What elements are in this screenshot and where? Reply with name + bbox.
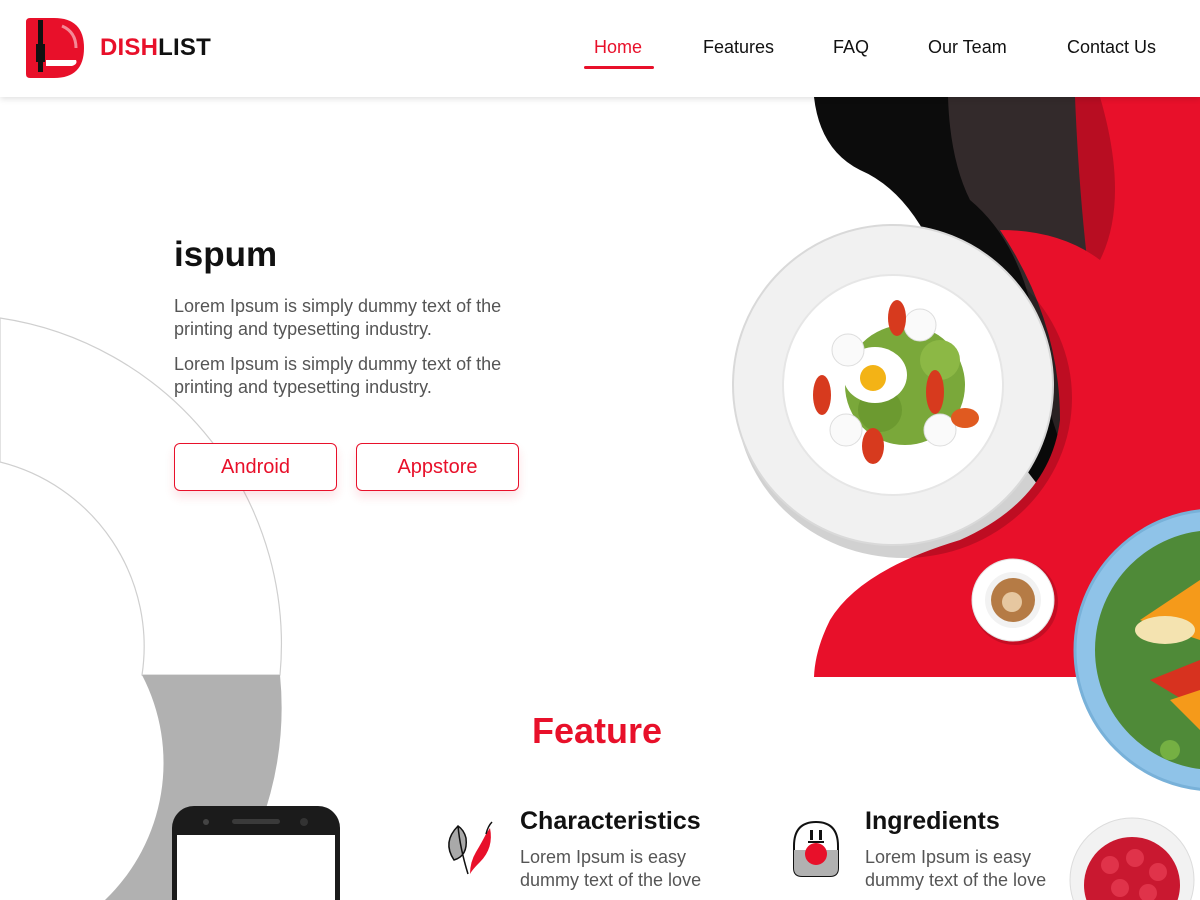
raspberry-bowl-image — [1069, 817, 1195, 900]
nav-features-link[interactable]: Features — [703, 37, 774, 58]
brand-name[interactable]: DISHLIST — [100, 34, 211, 62]
nav-faq-link[interactable]: FAQ — [833, 37, 869, 58]
nav-contact-us-link[interactable]: Contact Us — [1067, 37, 1156, 58]
feature-characteristics-heading: Characteristics — [520, 807, 701, 835]
hero-title: ispum — [174, 235, 278, 274]
feature-section-title: Feature — [531, 710, 663, 751]
brand-name-part1: DISH — [100, 34, 159, 61]
chef-hat-icon — [786, 818, 846, 878]
nav-our-team-link[interactable]: Our Team — [928, 37, 1007, 58]
hero-paragraph-1: Lorem Ipsum is simply dummy text of the … — [174, 296, 502, 339]
top-navbar: DISHLIST Home Features FAQ Our Team Cont… — [0, 0, 1200, 97]
chili-leaf-icon — [440, 818, 500, 878]
hero-paragraph-2: Lorem Ipsum is simply dummy text of the … — [174, 354, 502, 397]
phone-mockup — [172, 806, 340, 900]
nav-active-indicator — [584, 66, 654, 69]
feature-characteristics-text: Lorem Ipsum is easy dummy text of the lo… — [520, 847, 702, 890]
feature-ingredients-text: Lorem Ipsum is easy dummy text of the lo… — [865, 847, 1047, 890]
nav-home-link[interactable]: Home — [594, 37, 642, 58]
android-download-button[interactable]: Android — [174, 443, 337, 491]
brand-name-part2: LIST — [158, 34, 211, 61]
coffee-cup-image — [971, 558, 1058, 645]
dishlist-logo-icon[interactable] — [26, 18, 84, 78]
appstore-download-button[interactable]: Appstore — [356, 443, 519, 491]
feature-ingredients-heading: Ingredients — [865, 807, 1000, 835]
